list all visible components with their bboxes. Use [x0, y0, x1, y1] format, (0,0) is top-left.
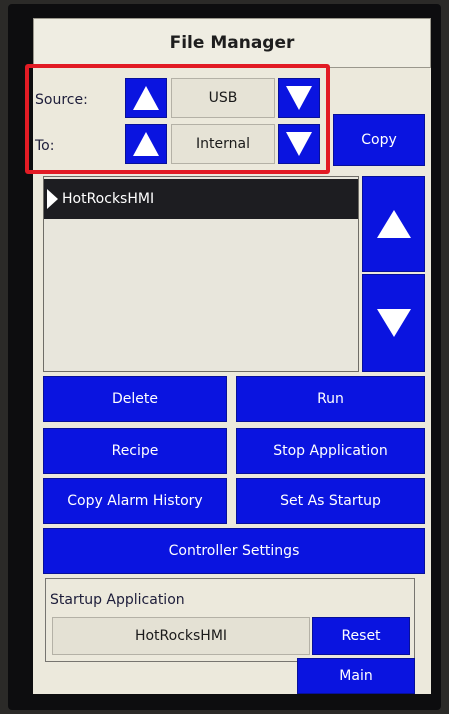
- main-button[interactable]: Main: [297, 658, 415, 694]
- startup-application-value: HotRocksHMI: [52, 617, 310, 655]
- startup-application-group: Startup Application HotRocksHMI Reset: [45, 578, 415, 662]
- copy-button[interactable]: Copy: [333, 114, 425, 166]
- run-button[interactable]: Run: [236, 376, 425, 422]
- controller-settings-button[interactable]: Controller Settings: [43, 528, 425, 574]
- hmi-screen: File Manager Source: USB To: Internal Co…: [25, 18, 431, 694]
- list-scroll-down-button[interactable]: [362, 274, 425, 372]
- recipe-button[interactable]: Recipe: [43, 428, 227, 474]
- page-title: File Manager: [33, 18, 431, 68]
- delete-button[interactable]: Delete: [43, 376, 227, 422]
- list-item[interactable]: HotRocksHMI: [44, 179, 358, 219]
- file-list[interactable]: HotRocksHMI: [43, 176, 359, 372]
- list-item-label: HotRocksHMI: [62, 191, 155, 207]
- arrow-down-icon: [376, 309, 411, 337]
- highlight-frame: [25, 64, 330, 174]
- set-as-startup-button[interactable]: Set As Startup: [236, 478, 425, 524]
- arrow-up-icon: [376, 210, 411, 238]
- stop-application-button[interactable]: Stop Application: [236, 428, 425, 474]
- reset-button[interactable]: Reset: [312, 617, 410, 655]
- copy-alarm-history-button[interactable]: Copy Alarm History: [43, 478, 227, 524]
- startup-application-label: Startup Application: [50, 592, 185, 608]
- selection-pointer-icon: [47, 189, 58, 209]
- list-scroll-up-button[interactable]: [362, 176, 425, 272]
